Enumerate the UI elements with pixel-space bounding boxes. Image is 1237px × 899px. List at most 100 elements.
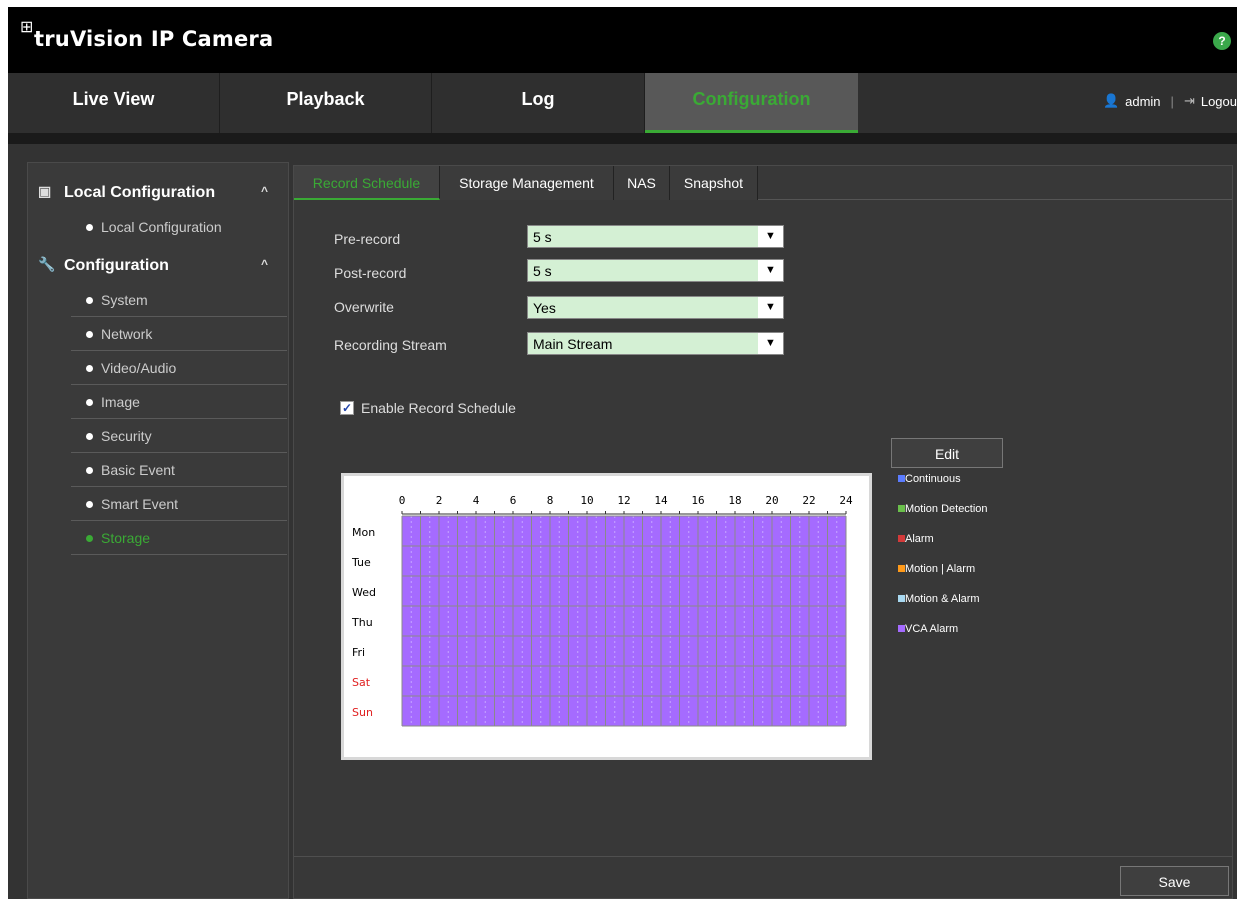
schedule-grid[interactable]: 0 2 4 6 8 10 12 14 16 18 20 22 24 Mon Tue Wed Thu Fri Sat S… [341, 473, 872, 760]
sidebar-item-label: System [101, 292, 148, 308]
hour-label: 2 [436, 494, 443, 507]
hour-label: 12 [617, 494, 630, 507]
legend-swatch [898, 505, 905, 512]
help-icon[interactable]: ? [1213, 32, 1231, 50]
camera-logo-icon: ⊞ [20, 19, 34, 36]
sidebar-item-image[interactable]: Image [71, 385, 287, 419]
enable-record-schedule-checkbox[interactable]: ✓ [340, 401, 354, 415]
sidebar-item-basic-event[interactable]: Basic Event [71, 453, 287, 487]
recording-stream-label: Recording Stream [334, 337, 447, 353]
nav-tab-live-view[interactable]: Live View [8, 73, 220, 133]
sidebar-item-security[interactable]: Security [71, 419, 287, 453]
overwrite-label: Overwrite [334, 299, 394, 315]
edit-button[interactable]: Edit [891, 438, 1003, 468]
recording-stream-value: Main Stream [533, 336, 613, 352]
pre-record-value: 5 s [533, 229, 552, 245]
hour-label: 22 [802, 494, 815, 507]
dropdown-arrow-icon[interactable]: ▼ [758, 297, 783, 318]
save-button[interactable]: Save [1120, 866, 1229, 896]
legend-label: Motion | Alarm [905, 563, 976, 575]
content-divider [294, 856, 1232, 857]
day-label: Tue [351, 556, 371, 569]
legend-label: Continuous [905, 473, 961, 485]
day-label: Mon [352, 526, 375, 539]
bullet-icon [86, 331, 93, 338]
legend-label: Motion Detection [905, 503, 988, 515]
dropdown-arrow-icon[interactable]: ▼ [758, 226, 783, 247]
dropdown-arrow-icon[interactable]: ▼ [758, 333, 783, 354]
tab-nas[interactable]: NAS [614, 166, 670, 200]
sidebar-item-system[interactable]: System [71, 283, 287, 317]
post-record-select[interactable]: 5 s ▼ [527, 259, 784, 282]
legend-item: Continuous [898, 473, 961, 485]
bullet-icon [86, 433, 93, 440]
legend-label: VCA Alarm [905, 623, 959, 635]
sidebar-item-label: Basic Event [101, 462, 175, 478]
collapse-caret-icon[interactable]: ^ [261, 257, 268, 271]
hour-label: 14 [654, 494, 668, 507]
wrench-icon: 🔧 [38, 256, 56, 272]
bullet-icon [86, 467, 93, 474]
sidebar-item-video-audio[interactable]: Video/Audio [71, 351, 287, 385]
legend-item: Motion Detection [898, 503, 988, 515]
tab-storage-management[interactable]: Storage Management [440, 166, 614, 200]
legend-swatch [898, 565, 905, 572]
nav-tab-configuration[interactable]: Configuration [645, 73, 858, 133]
tab-snapshot[interactable]: Snapshot [670, 166, 758, 200]
main-navigation: Live View Playback Log Configuration 👤 a… [8, 73, 1237, 133]
sidebar-item-label: Image [101, 394, 140, 410]
overwrite-select[interactable]: Yes ▼ [527, 296, 784, 319]
sidebar-item-network[interactable]: Network [71, 317, 287, 351]
sidebar-item-smart-event[interactable]: Smart Event [71, 487, 287, 521]
legend-label: Alarm [905, 533, 934, 545]
pre-record-label: Pre-record [334, 231, 401, 247]
enable-record-schedule-row: ✓ Enable Record Schedule [340, 398, 516, 418]
sidebar-item-local-configuration[interactable]: Local Configuration [71, 210, 287, 244]
sub-tabs: Record Schedule Storage Management NAS S… [294, 166, 1232, 200]
sidebar-item-label: Smart Event [101, 496, 179, 512]
hour-label: 20 [765, 494, 778, 507]
legend-item: Motion & Alarm [898, 593, 980, 605]
logout-link[interactable]: Logou [1201, 94, 1237, 109]
sidebar-group-local-configuration[interactable]: ▣ Local Configuration ^ [28, 176, 290, 210]
hour-label: 18 [728, 494, 741, 507]
nav-divider [8, 133, 1237, 144]
bullet-icon [86, 224, 93, 231]
sidebar-group-label: Configuration [64, 257, 169, 274]
pre-record-select[interactable]: 5 s ▼ [527, 225, 784, 248]
day-label: Thu [351, 616, 373, 629]
day-label: Fri [352, 646, 365, 659]
day-label: Sun [352, 706, 373, 719]
app-window: ⊞ truVision IP Camera ? Live View Playba… [8, 7, 1237, 899]
logout-icon[interactable]: ⇥ [1184, 93, 1195, 109]
day-label: Wed [352, 586, 376, 599]
user-separator: | [1170, 93, 1174, 109]
day-label: Sat [352, 676, 371, 689]
legend-swatch [898, 535, 905, 542]
bullet-icon [86, 365, 93, 372]
content-panel: Record Schedule Storage Management NAS S… [293, 165, 1233, 899]
legend-label: Motion & Alarm [905, 593, 980, 605]
user-icon: 👤 [1102, 93, 1120, 108]
user-area: 👤 admin | ⇥ Logou [1103, 91, 1237, 111]
hour-label: 6 [510, 494, 517, 507]
legend-item: VCA Alarm [898, 623, 958, 635]
sidebar-item-label: Local Configuration [101, 219, 222, 235]
recording-stream-select[interactable]: Main Stream ▼ [527, 332, 784, 355]
sidebar: ▣ Local Configuration ^ Local Configurat… [27, 162, 289, 899]
legend-item: Alarm [898, 533, 934, 545]
tab-record-schedule[interactable]: Record Schedule [294, 166, 440, 200]
brand-title: truVision IP Camera [34, 27, 274, 51]
legend-swatch [898, 625, 905, 632]
dropdown-arrow-icon[interactable]: ▼ [758, 260, 783, 281]
collapse-caret-icon[interactable]: ^ [261, 184, 268, 198]
sidebar-group-configuration[interactable]: 🔧 Configuration ^ [28, 249, 290, 283]
enable-record-schedule-label: Enable Record Schedule [361, 400, 516, 416]
schedule-svg[interactable]: 0 2 4 6 8 10 12 14 16 18 20 22 24MonTueWedThuFriSatS… [344, 476, 869, 757]
hour-label: 16 [691, 494, 704, 507]
bullet-icon [86, 501, 93, 508]
sidebar-item-storage[interactable]: Storage [71, 521, 287, 555]
sidebar-item-label: Security [101, 428, 152, 444]
nav-tab-log[interactable]: Log [432, 73, 645, 133]
nav-tab-playback[interactable]: Playback [220, 73, 432, 133]
